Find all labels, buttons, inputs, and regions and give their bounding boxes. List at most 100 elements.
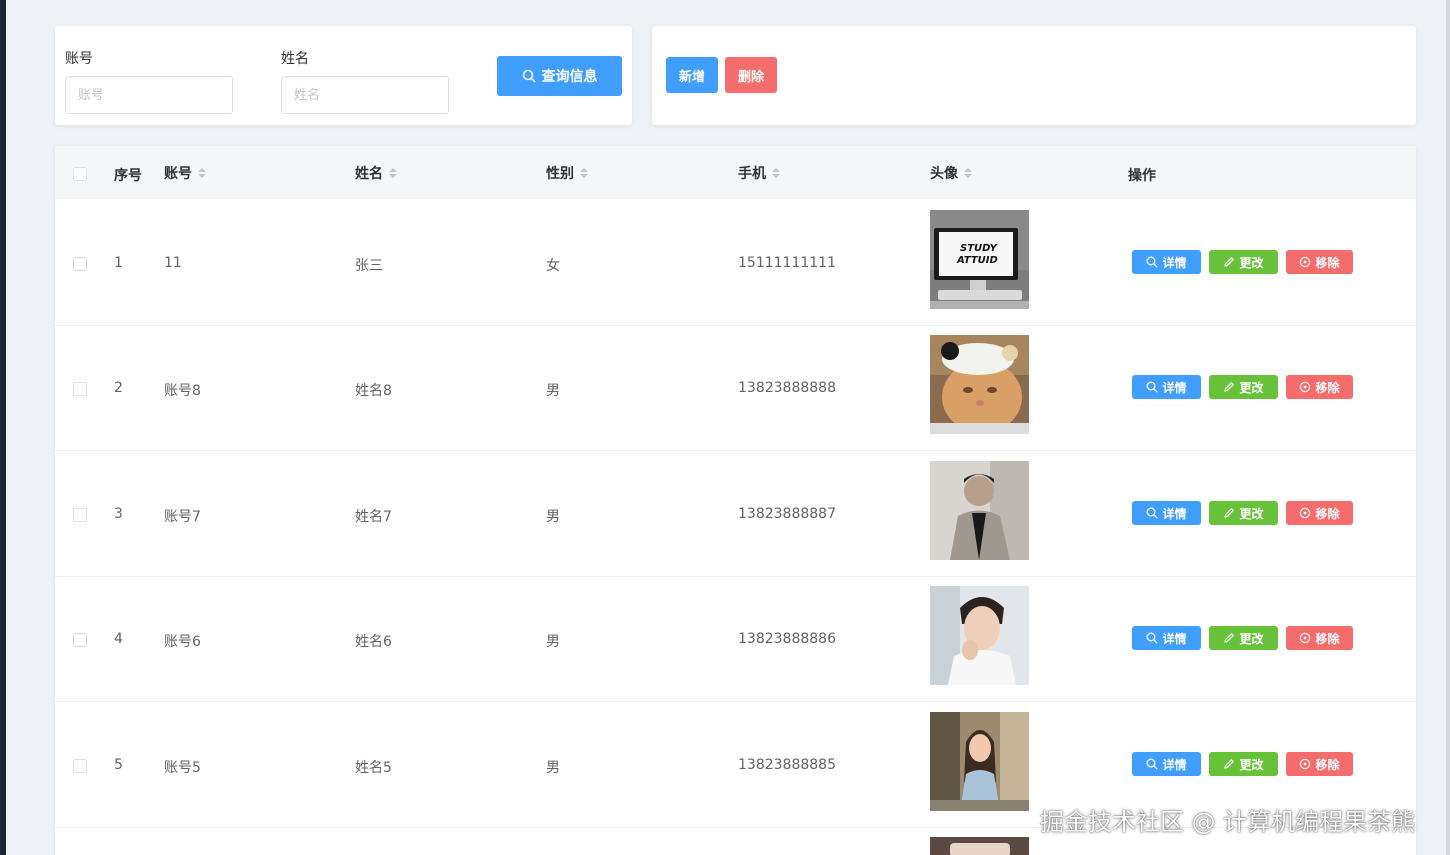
header-operation: 操作 (1128, 168, 1156, 184)
scrollbar-track[interactable] (1446, 0, 1450, 855)
detail-button[interactable]: 详情 (1132, 250, 1201, 274)
sort-caret-icon[interactable] (964, 168, 972, 178)
close-circle-icon (1300, 632, 1311, 644)
detail-button[interactable]: 详情 (1132, 626, 1201, 650)
cell-index: 2 (114, 380, 123, 396)
header-avatar[interactable]: 头像 (930, 163, 972, 183)
header-name[interactable]: 姓名 (355, 163, 397, 183)
remove-button-label: 移除 (1315, 757, 1340, 772)
cell-phone: 13823888885 (738, 757, 836, 773)
cell-name: 姓名8 (355, 383, 392, 399)
remove-button-label: 移除 (1315, 506, 1340, 521)
row-checkbox[interactable] (73, 633, 87, 647)
pencil-icon (1224, 508, 1235, 518)
sidebar-edge (0, 0, 6, 855)
remove-button[interactable]: 移除 (1286, 752, 1353, 776)
cell-account: 账号5 (164, 760, 201, 776)
remove-button[interactable]: 移除 (1286, 626, 1353, 650)
account-input[interactable] (65, 76, 233, 114)
name-label: 姓名 (281, 51, 309, 67)
cell-index: 5 (114, 757, 123, 773)
detail-button[interactable]: 详情 (1132, 501, 1201, 525)
cell-phone: 13823888887 (738, 506, 836, 522)
cell-account: 11 (164, 255, 182, 271)
header-account[interactable]: 账号 (164, 163, 206, 183)
search-icon (1147, 632, 1158, 644)
query-button[interactable]: 查询信息 (497, 56, 622, 96)
name-input[interactable] (281, 76, 449, 114)
edit-button-label: 更改 (1239, 506, 1264, 521)
data-table: 序号 账号 姓名 性别 手机 头像 操作 1 11 张三女 15111111111 ST… (55, 146, 1416, 855)
header-phone[interactable]: 手机 (738, 163, 780, 183)
delete-button[interactable]: 删除 (725, 57, 777, 93)
query-button-label: 查询信息 (541, 69, 598, 85)
remove-button-label: 移除 (1315, 380, 1340, 395)
detail-button[interactable]: 详情 (1132, 375, 1201, 399)
edit-button-label: 更改 (1239, 255, 1264, 270)
edit-button-label: 更改 (1239, 757, 1264, 772)
edit-button[interactable]: 更改 (1209, 752, 1278, 776)
pencil-icon (1224, 759, 1235, 769)
edit-button[interactable]: 更改 (1209, 626, 1278, 650)
cell-account: 账号6 (164, 634, 201, 650)
sort-caret-icon[interactable] (389, 168, 397, 178)
detail-button-label: 详情 (1162, 757, 1187, 772)
cell-phone: 15111111111 (738, 255, 836, 271)
edit-button[interactable]: 更改 (1209, 501, 1278, 525)
cell-phone: 13823888888 (738, 380, 836, 396)
row-checkbox[interactable] (73, 382, 87, 396)
row-checkbox[interactable] (73, 508, 87, 522)
add-button[interactable]: 新增 (666, 57, 718, 93)
header-gender[interactable]: 性别 (546, 163, 588, 183)
row-checkbox[interactable] (73, 257, 87, 271)
detail-button-label: 详情 (1162, 631, 1187, 646)
cell-index: 1 (114, 255, 123, 271)
table-row[interactable]: 4 账号6 姓名6 男 13823888886 详情 更改 移除 (55, 576, 1416, 702)
cell-name: 姓名6 (355, 634, 392, 650)
close-circle-icon (1300, 507, 1311, 519)
pencil-icon (1224, 257, 1235, 267)
close-circle-icon (1300, 758, 1311, 770)
sort-caret-icon[interactable] (580, 168, 588, 178)
avatar-text-1: STUDY (960, 243, 999, 254)
table-row[interactable]: 3 账号7 姓名7 男 13823888887 详情 更改 移除 (55, 451, 1416, 577)
detail-button[interactable]: 详情 (1132, 752, 1201, 776)
sort-caret-icon[interactable] (198, 168, 206, 178)
avatar-image (930, 461, 1029, 560)
edit-button-label: 更改 (1239, 631, 1264, 646)
cell-name: 姓名7 (355, 509, 392, 525)
detail-button-label: 详情 (1162, 255, 1187, 270)
search-icon (1147, 758, 1158, 770)
account-label: 账号 (65, 51, 93, 67)
avatar-image (930, 586, 1029, 685)
edit-button[interactable]: 更改 (1209, 250, 1278, 274)
sort-caret-icon[interactable] (772, 168, 780, 178)
table-row[interactable]: 1 11 张三女 15111111111 STUDY ATTUID 详情 更改 移除 (55, 200, 1416, 326)
cell-index: 4 (114, 631, 123, 647)
select-all-checkbox[interactable] (73, 167, 87, 181)
cell-index: 3 (114, 506, 123, 522)
search-icon (1147, 507, 1158, 519)
header-index: 序号 (114, 168, 142, 184)
action-panel: 新增 删除 (652, 26, 1416, 125)
detail-button-label: 详情 (1162, 506, 1187, 521)
row-checkbox[interactable] (73, 759, 87, 773)
pencil-icon (1224, 633, 1235, 643)
table-header: 序号 账号 姓名 性别 手机 头像 操作 (55, 146, 1416, 199)
pencil-icon (1224, 382, 1235, 392)
search-icon (1147, 256, 1158, 268)
search-panel: 账号 姓名 查询信息 (55, 26, 632, 125)
edit-button[interactable]: 更改 (1209, 375, 1278, 399)
cell-name: 姓名5 (355, 760, 392, 776)
remove-button[interactable]: 移除 (1286, 375, 1353, 399)
cell-gender: 男 (546, 634, 560, 650)
remove-button[interactable]: 移除 (1286, 250, 1353, 274)
cell-gender: 男 (546, 383, 560, 399)
cell-account: 账号7 (164, 509, 201, 525)
watermark: 掘金技术社区 @ 计算机编程果茶熊 (1040, 808, 1416, 836)
avatar-image (930, 335, 1029, 434)
remove-button[interactable]: 移除 (1286, 501, 1353, 525)
cell-gender: 男 (546, 760, 560, 776)
avatar-image (930, 712, 1029, 811)
table-row[interactable]: 2 账号8 姓名8 男 13823888888 详情 更改 移除 (55, 325, 1416, 451)
